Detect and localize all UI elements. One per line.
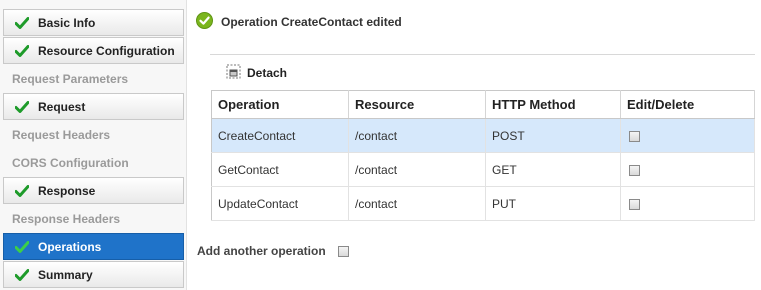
- add-operation-row: Add another operation: [197, 244, 349, 258]
- operation-cell: GetContact: [211, 152, 349, 187]
- operation-cell: UpdateContact: [211, 186, 349, 221]
- nav-item-label: Response Headers: [12, 211, 121, 226]
- nav-item-response-headers: Response Headers: [3, 205, 184, 232]
- nav-item-request-headers: Request Headers: [3, 121, 184, 148]
- divider: [210, 54, 755, 55]
- nav-item-label: Operations: [38, 239, 102, 254]
- success-check-icon: [196, 12, 213, 32]
- column-header-operation: Operation: [211, 90, 349, 119]
- edit-delete-cell: [620, 152, 755, 187]
- detach-label: Detach: [247, 66, 288, 80]
- checkmark-icon: [4, 268, 34, 281]
- nav-item-request[interactable]: Request: [3, 93, 184, 120]
- edit-delete-checkbox[interactable]: [629, 130, 640, 142]
- nav-item-label: Summary: [38, 267, 93, 282]
- nav-item-label: Request: [38, 99, 86, 114]
- nav-item-label: CORS Configuration: [12, 155, 129, 170]
- confirmation-text: Operation CreateContact edited: [221, 15, 402, 29]
- nav-item-label: Response: [38, 183, 96, 198]
- table-row[interactable]: GetContact /contact GET: [211, 152, 755, 187]
- column-header-http-method: HTTP Method: [485, 90, 621, 119]
- nav-item-label: Request Headers: [12, 127, 111, 142]
- table-row[interactable]: CreateContact /contact POST: [211, 118, 755, 153]
- detach-button[interactable]: Detach: [226, 64, 287, 82]
- nav-item-operations[interactable]: Operations: [3, 233, 184, 260]
- wizard-navigation: Basic Info Resource Configuration Reques…: [0, 0, 187, 290]
- nav-item-response[interactable]: Response: [3, 177, 184, 204]
- checkmark-icon: [4, 240, 34, 253]
- table-header-row: Operation Resource HTTP Method Edit/Dele…: [211, 90, 755, 119]
- column-header-resource: Resource: [348, 90, 486, 119]
- checkmark-icon: [4, 44, 34, 57]
- nav-item-label: Request Parameters: [12, 71, 129, 86]
- nav-item-cors-configuration: CORS Configuration: [3, 149, 184, 176]
- edit-delete-cell: [620, 118, 755, 153]
- edit-delete-cell: [620, 186, 755, 221]
- checkmark-icon: [4, 100, 34, 113]
- add-operation-label: Add another operation: [197, 244, 326, 258]
- checkmark-icon: [4, 16, 34, 29]
- nav-item-summary[interactable]: Summary: [3, 261, 184, 288]
- http-method-cell: PUT: [485, 186, 621, 221]
- resource-cell: /contact: [348, 118, 486, 153]
- nav-item-label: Basic Info: [38, 15, 96, 30]
- add-operation-checkbox[interactable]: [337, 245, 349, 257]
- resource-cell: /contact: [348, 186, 486, 221]
- operation-cell: CreateContact: [211, 118, 349, 153]
- edit-delete-checkbox[interactable]: [629, 164, 640, 176]
- confirmation-message: Operation CreateContact edited: [196, 12, 402, 32]
- detach-icon: [226, 64, 241, 82]
- nav-item-resource-configuration[interactable]: Resource Configuration: [3, 37, 184, 64]
- http-method-cell: GET: [485, 152, 621, 187]
- column-header-edit-delete: Edit/Delete: [620, 90, 755, 119]
- nav-item-request-parameters: Request Parameters: [3, 65, 184, 92]
- nav-item-basic-info[interactable]: Basic Info: [3, 9, 184, 36]
- nav-item-label: Resource Configuration: [38, 43, 175, 58]
- table-row[interactable]: UpdateContact /contact PUT: [211, 186, 755, 221]
- operations-table: Operation Resource HTTP Method Edit/Dele…: [211, 90, 755, 221]
- resource-cell: /contact: [348, 152, 486, 187]
- checkmark-icon: [4, 184, 34, 197]
- edit-delete-checkbox[interactable]: [629, 198, 640, 210]
- http-method-cell: POST: [485, 118, 621, 153]
